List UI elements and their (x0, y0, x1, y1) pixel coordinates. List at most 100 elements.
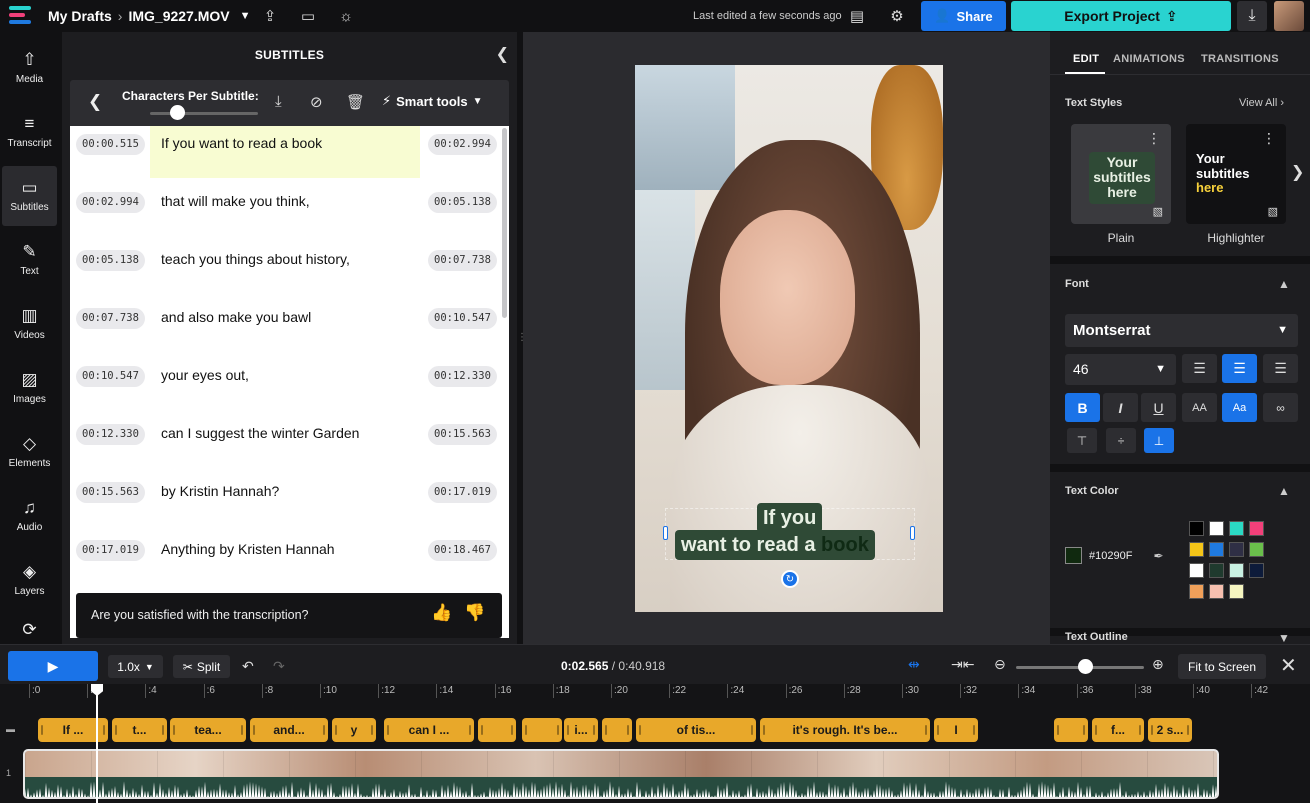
color-swatch[interactable] (1249, 542, 1264, 557)
zoom-slider-thumb[interactable] (1078, 659, 1093, 674)
rail-item-more[interactable]: ⟳ (2, 616, 57, 644)
chevron-right-icon[interactable]: ❯ (1291, 162, 1304, 182)
color-swatch[interactable] (1209, 521, 1224, 536)
avatar[interactable] (1274, 1, 1304, 31)
timeline-ruler[interactable]: :0:2:4:6:8:10:12:14:16:18:20:22:24:26:28… (0, 684, 1310, 706)
video-preview[interactable]: If you want to read a book ↻ (635, 65, 943, 612)
download-subtitles-icon[interactable]: ⤓ (275, 93, 282, 110)
caption-resize-handle-right[interactable] (910, 526, 915, 540)
start-time[interactable]: 00:17.019 (76, 540, 145, 561)
color-swatch[interactable] (1189, 584, 1204, 599)
sentence-case-button[interactable]: Aa (1222, 393, 1257, 422)
start-time[interactable]: 00:10.547 (76, 366, 145, 387)
end-time[interactable]: 00:05.138 (428, 192, 497, 213)
cps-slider-thumb[interactable] (170, 105, 185, 120)
subtitle-segment[interactable]: t... (112, 718, 167, 742)
color-swatch[interactable] (1229, 584, 1244, 599)
valign-top-button[interactable]: ⊤ (1067, 428, 1097, 453)
list-item[interactable]: 00:07.738 and also make you bawl 00:10.5… (70, 300, 500, 358)
align-left-button[interactable]: ☰ (1182, 354, 1217, 383)
text-color-hex[interactable]: #10290F (1089, 550, 1132, 562)
playback-speed-select[interactable]: 1.0x ▼ (108, 655, 163, 678)
close-timeline-icon[interactable]: ✕ (1280, 653, 1297, 678)
subtitle-segment[interactable]: i... (564, 718, 598, 742)
end-time[interactable]: 00:10.547 (428, 308, 497, 329)
subtitle-segment[interactable]: tea... (170, 718, 246, 742)
play-button[interactable]: ▶ (8, 651, 98, 681)
underline-button[interactable]: U (1141, 393, 1176, 422)
captions-icon[interactable]: ▭ (298, 6, 318, 26)
fit-width-icon[interactable]: ⇥⇤ (951, 656, 974, 673)
undo-icon[interactable]: ↶ (242, 658, 254, 675)
align-center-button[interactable]: ☰ (1222, 354, 1257, 383)
valign-bottom-button[interactable]: ⊥ (1144, 428, 1174, 453)
rail-item-videos[interactable]: ▥ Videos (2, 294, 57, 354)
chevron-down-icon[interactable]: ▼ (240, 10, 251, 22)
style-card-highlighter[interactable]: Your subtitles here ⋮ ▧ (1186, 124, 1286, 224)
lightbulb-icon[interactable]: ☼ (336, 6, 356, 26)
redo-icon[interactable]: ↷ (273, 658, 285, 675)
color-swatch[interactable] (1229, 521, 1244, 536)
color-swatch[interactable] (1209, 584, 1224, 599)
color-swatch[interactable] (1249, 563, 1264, 578)
more-options-icon[interactable]: ⋮ (1262, 130, 1276, 147)
rail-item-audio[interactable]: ♫ Audio (2, 486, 57, 546)
subtitle-segment[interactable]: I (934, 718, 978, 742)
font-family-select[interactable]: Montserrat ▼ (1065, 314, 1298, 347)
subtitle-segment[interactable] (1054, 718, 1088, 742)
end-time[interactable]: 00:15.563 (428, 424, 497, 445)
chevron-down-icon[interactable]: ▼ (1278, 631, 1290, 644)
download-button[interactable]: ⤓ (1237, 1, 1267, 31)
start-time[interactable]: 00:00.515 (76, 134, 145, 155)
more-options-icon[interactable]: ⋮ (1147, 130, 1161, 147)
project-filename[interactable]: IMG_9227.MOV (128, 8, 229, 24)
video-clip[interactable] (23, 749, 1219, 799)
subtitle-segment[interactable] (478, 718, 516, 742)
ligature-button[interactable]: ∞ (1263, 393, 1298, 422)
start-time[interactable]: 00:05.138 (76, 250, 145, 271)
style-card-plain[interactable]: Your subtitles here ⋮ ▧ (1071, 124, 1171, 224)
end-time[interactable]: 00:12.330 (428, 366, 497, 387)
subtitle-segment[interactable]: f... (1092, 718, 1144, 742)
collapse-panel-icon[interactable]: ❮ (496, 44, 509, 64)
italic-button[interactable]: I (1103, 393, 1138, 422)
align-right-button[interactable]: ☰ (1263, 354, 1298, 383)
hide-icon[interactable]: ⊘ (310, 93, 323, 111)
list-item[interactable]: 00:15.563 by Kristin Hannah? 00:17.019 (70, 474, 500, 532)
list-item[interactable]: 00:17.019 Anything by Kristen Hannah 00:… (70, 532, 500, 590)
subtitle-segment[interactable]: can I ... (384, 718, 474, 742)
tab-animations[interactable]: ANIMATIONS (1113, 53, 1185, 65)
color-swatch[interactable] (1229, 542, 1244, 557)
subtitle-segment[interactable]: it's rough. It's be... (760, 718, 930, 742)
chevron-up-icon[interactable]: ▲ (1278, 277, 1290, 291)
thumbs-down-icon[interactable]: 👎 (464, 603, 485, 623)
subtitle-list-scrollbar[interactable] (502, 128, 507, 318)
color-swatch[interactable] (1249, 521, 1264, 536)
end-time[interactable]: 00:18.467 (428, 540, 497, 561)
subtitle-text[interactable]: can I suggest the winter Garden (150, 416, 420, 468)
caption-resize-handle-left[interactable] (663, 526, 668, 540)
color-swatch[interactable] (1209, 563, 1224, 578)
subtitle-segment[interactable]: 2 s... (1148, 718, 1192, 742)
list-item[interactable]: 00:10.547 your eyes out, 00:12.330 (70, 358, 500, 416)
zoom-out-icon[interactable]: ⊖ (994, 656, 1006, 673)
current-color-swatch[interactable] (1065, 547, 1082, 564)
start-time[interactable]: 00:15.563 (76, 482, 145, 503)
rail-item-transcript[interactable]: ≡ Transcript (2, 102, 57, 162)
rail-item-text[interactable]: ✎ Text (2, 230, 57, 290)
bold-button[interactable]: B (1065, 393, 1100, 422)
gear-icon[interactable]: ⚙ (887, 6, 907, 26)
subtitle-text[interactable]: Anything by Kristen Hannah (150, 532, 420, 584)
end-time[interactable]: 00:07.738 (428, 250, 497, 271)
color-swatch[interactable] (1209, 542, 1224, 557)
snap-icon[interactable]: ⇹ (908, 656, 920, 673)
color-swatch[interactable] (1189, 542, 1204, 557)
chevron-up-icon[interactable]: ▲ (1278, 484, 1290, 498)
subtitle-segment[interactable]: y (332, 718, 376, 742)
eyedropper-icon[interactable]: ✒ (1153, 549, 1163, 563)
subtitle-text[interactable]: and also make you bawl (150, 300, 420, 352)
rail-item-layers[interactable]: ◈ Layers (2, 550, 57, 610)
subtitle-text[interactable]: that will make you think, (150, 184, 420, 236)
view-all-link[interactable]: View All › (1239, 97, 1284, 109)
list-item[interactable]: 00:00.515 If you want to read a book 00:… (70, 126, 500, 184)
